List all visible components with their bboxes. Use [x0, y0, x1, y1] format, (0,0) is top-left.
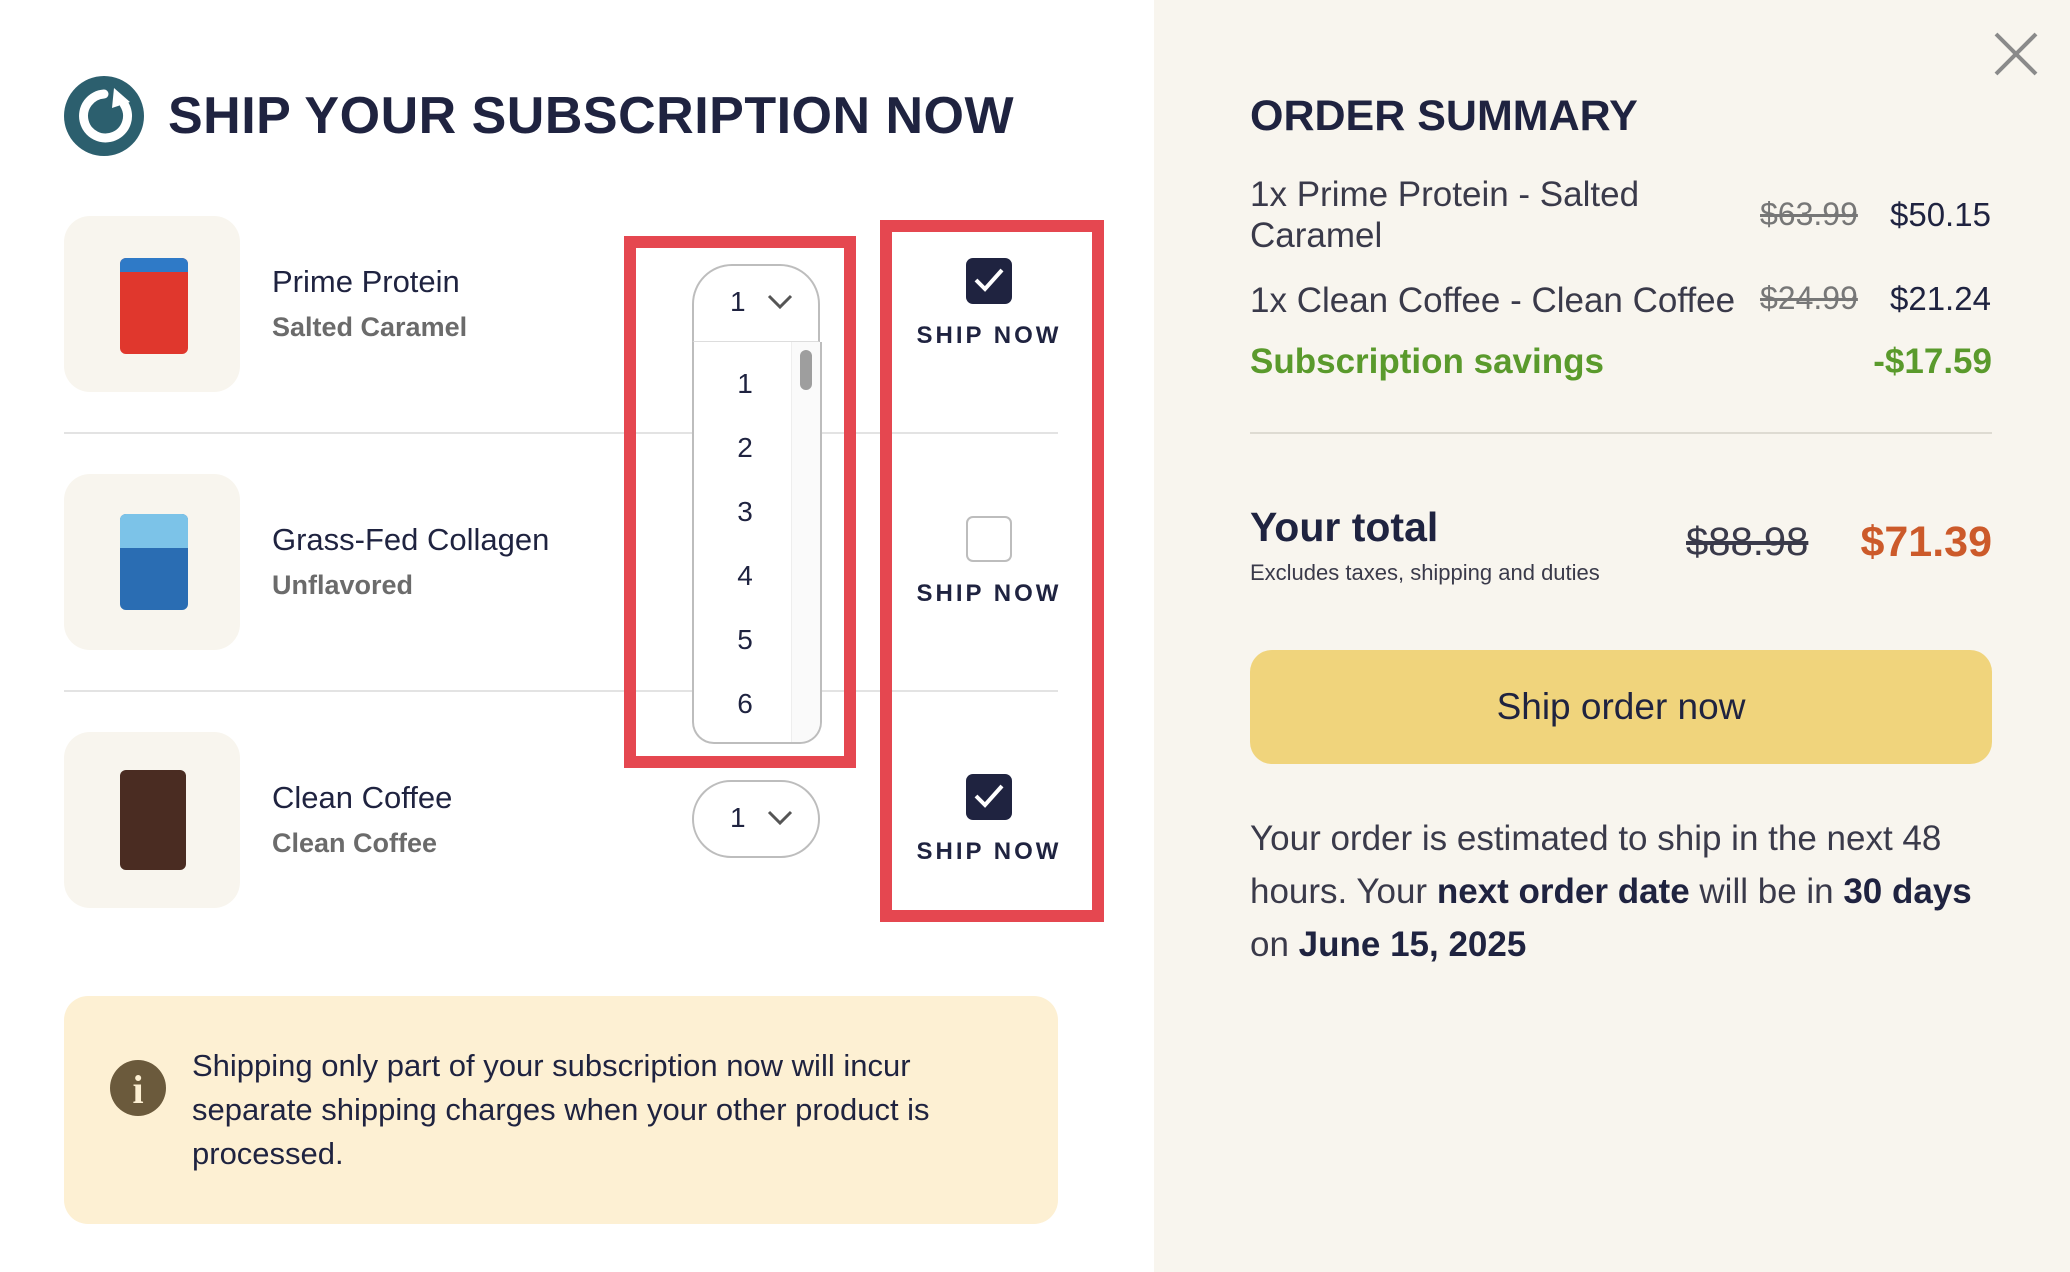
order-summary-title: ORDER SUMMARY — [1250, 92, 1638, 140]
chevron-down-icon — [767, 810, 793, 826]
product-image-coffee — [64, 732, 240, 908]
product-variant: Clean Coffee — [272, 828, 438, 858]
quantity-value: 1 — [730, 802, 746, 833]
total-old-price: $88.98 — [1686, 520, 1809, 564]
highlight-ship-now — [880, 220, 1104, 922]
total-price: $71.39 — [1860, 518, 1992, 566]
ship-order-now-button[interactable]: Ship order now — [1250, 650, 1992, 764]
summary-line-name: 1x Prime Protein - Salted Caramel — [1250, 175, 1640, 255]
next-order-date: June 15, 2025 — [1298, 925, 1527, 964]
summary-line-price: $21.24 — [1890, 280, 1991, 317]
ship-panel: SHIP YOUR SUBSCRIPTION NOW Prime Protein… — [0, 0, 1154, 1272]
summary-line-name: 1x Clean Coffee - Clean Coffee — [1250, 281, 1736, 320]
product-variant: Unflavored — [272, 570, 414, 600]
refresh-icon — [64, 76, 144, 156]
summary-line-price: $50.15 — [1890, 196, 1991, 233]
savings-label: Subscription savings — [1250, 342, 1604, 381]
product-package-icon — [120, 770, 186, 870]
product-package-icon — [120, 258, 188, 354]
product-name: Prime Protein — [272, 264, 460, 299]
product-variant: Salted Caramel — [272, 312, 468, 342]
page-title: SHIP YOUR SUBSCRIPTION NOW — [168, 87, 1015, 145]
highlight-quantity — [624, 236, 856, 768]
summary-line-old-price: $63.99 — [1760, 196, 1858, 232]
product-name: Grass-Fed Collagen — [272, 522, 550, 557]
close-icon[interactable] — [1992, 30, 2040, 78]
total-subtext: Excludes taxes, shipping and duties — [1250, 560, 1600, 585]
days-until-next-order: 30 days — [1843, 872, 1972, 911]
next-order-date-label: next order date — [1436, 872, 1690, 911]
notice-text: Shipping only part of your subscription … — [192, 1048, 930, 1171]
total-label: Your total — [1250, 504, 1439, 550]
quantity-select[interactable]: 1 — [692, 780, 820, 858]
info-icon: i — [110, 1060, 166, 1116]
product-name: Clean Coffee — [272, 780, 453, 815]
partial-shipping-notice: i Shipping only part of your subscriptio… — [64, 996, 1058, 1224]
savings-amount: -$17.59 — [1873, 342, 1992, 381]
shipping-estimate: Your order is estimated to ship in the n… — [1250, 819, 1972, 964]
ship-order-now-label: Ship order now — [1496, 686, 1746, 727]
summary-divider — [1250, 432, 1992, 434]
product-image-prime-protein — [64, 216, 240, 392]
summary-line-old-price: $24.99 — [1760, 280, 1858, 316]
product-image-collagen — [64, 474, 240, 650]
